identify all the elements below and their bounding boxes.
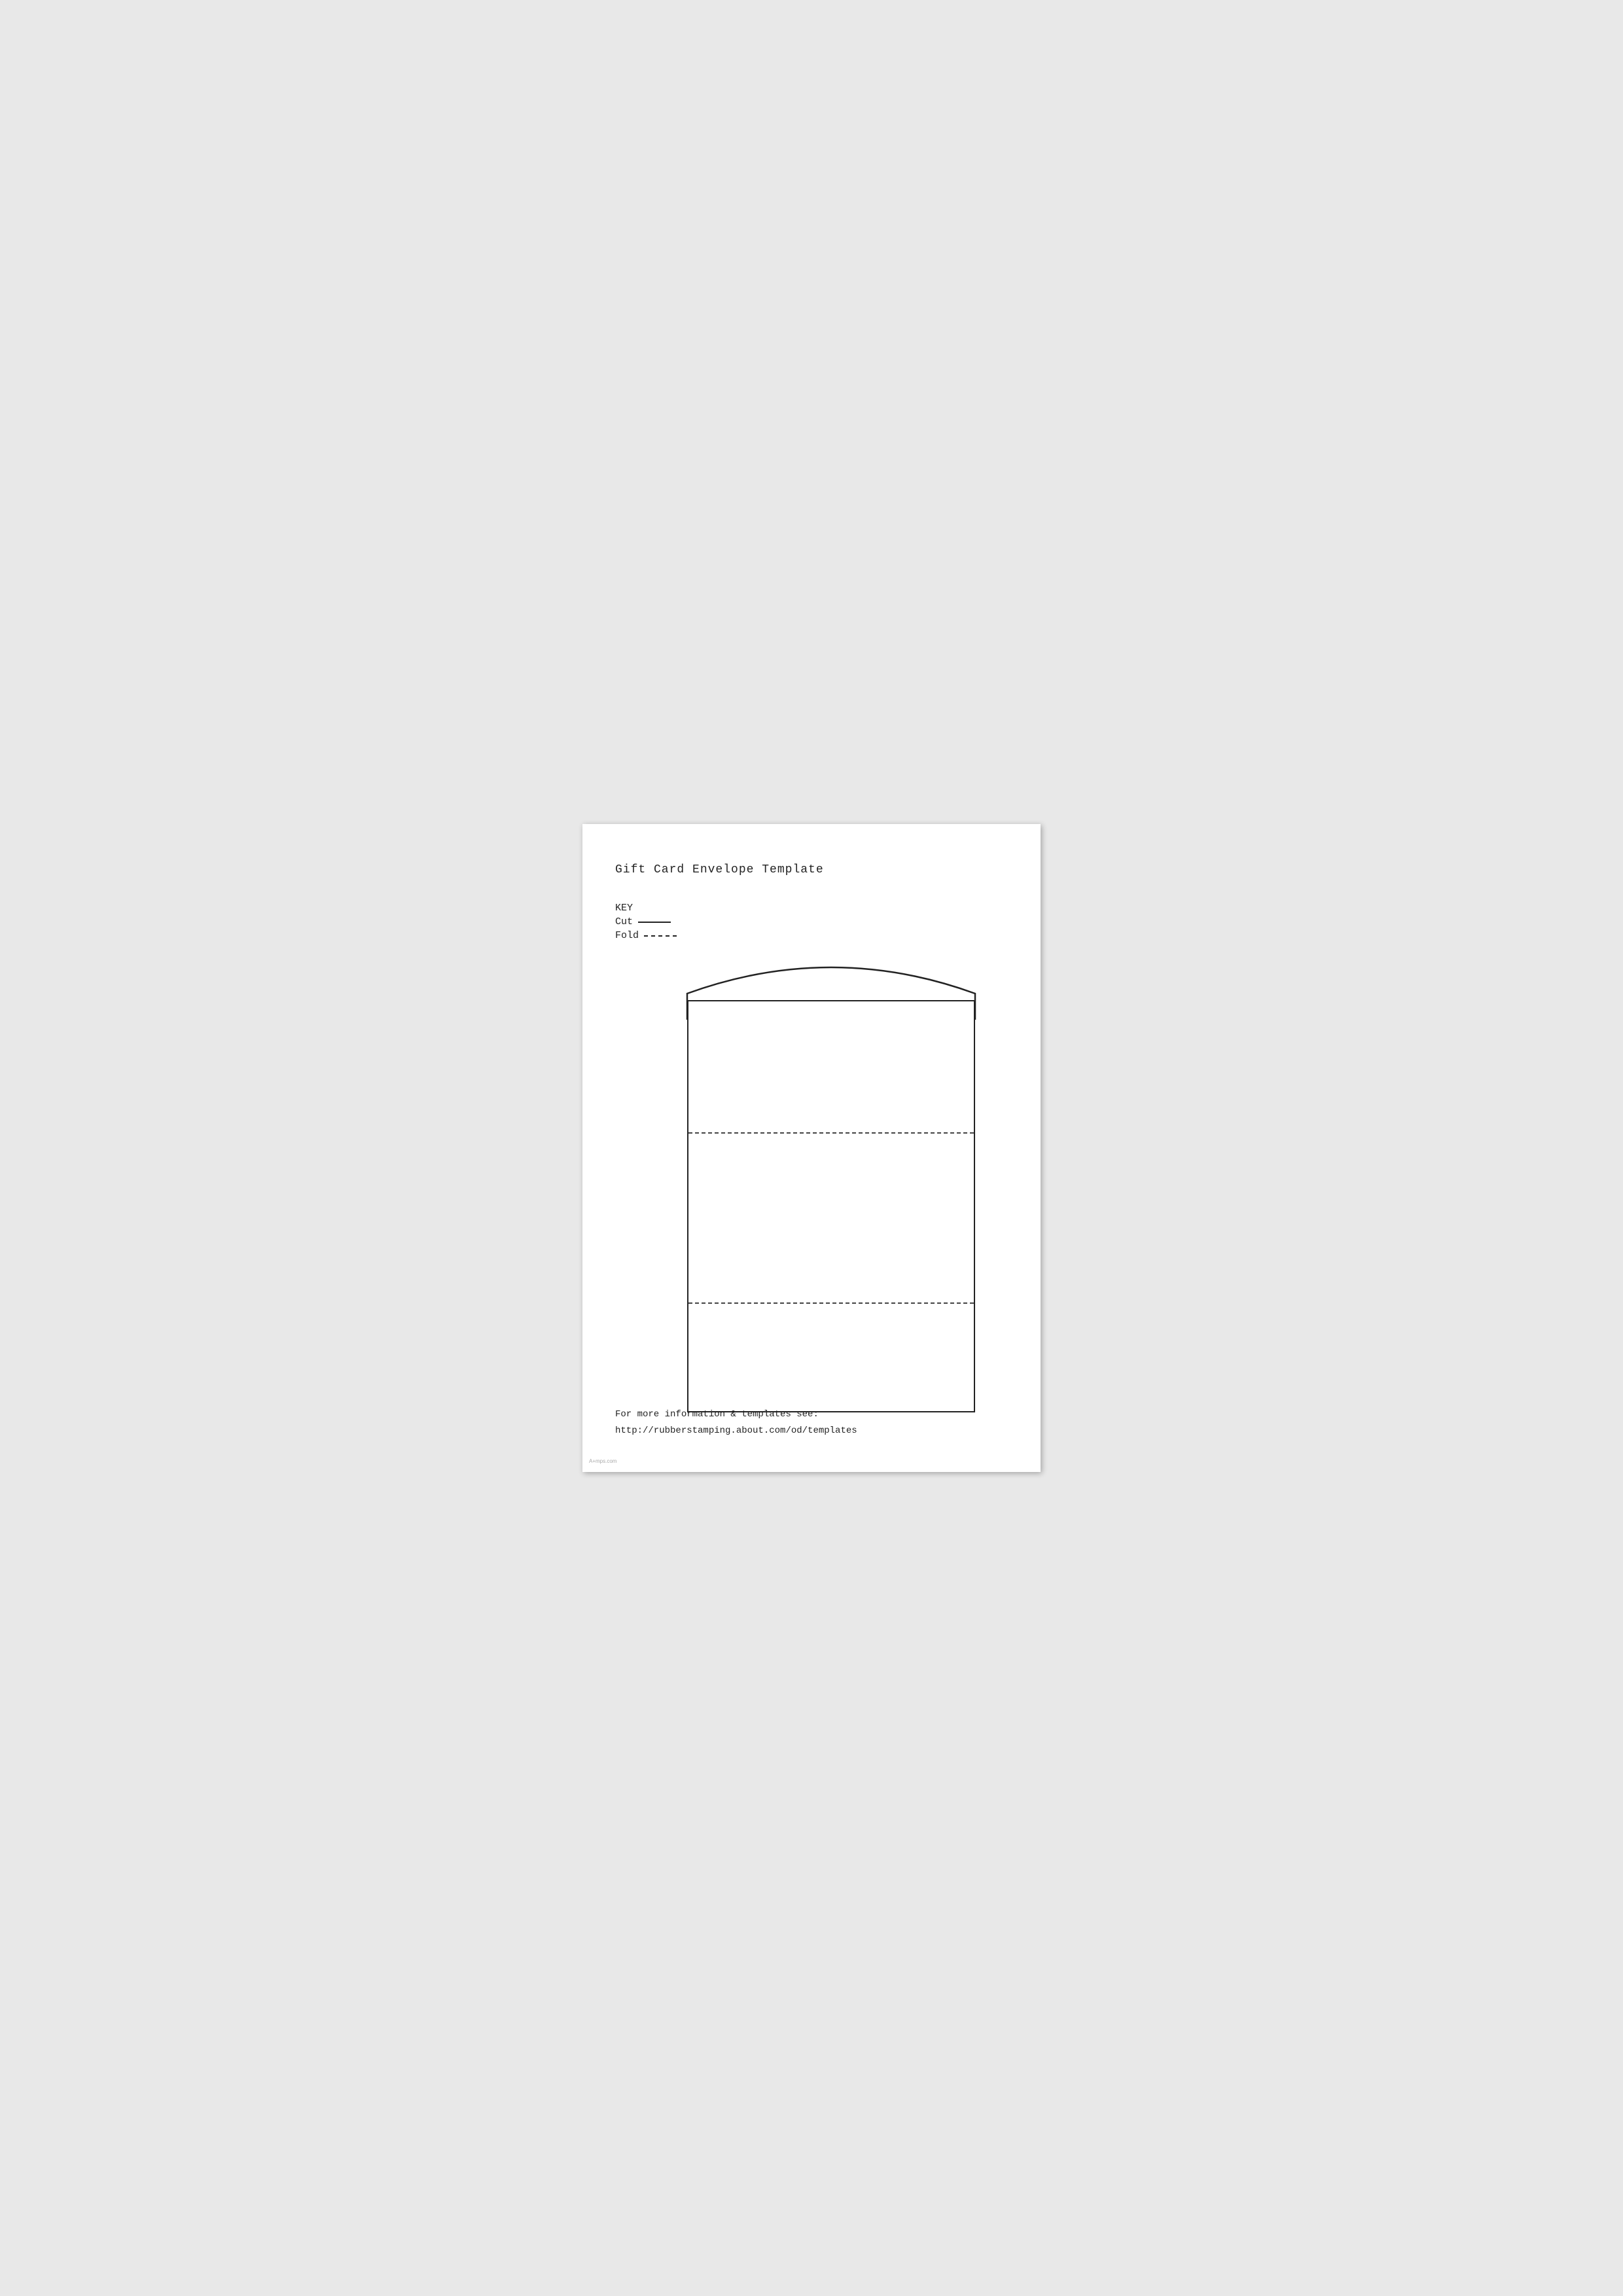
key-fold-row: Fold — [615, 930, 1008, 941]
key-label: KEY — [615, 903, 1008, 914]
key-section: KEY Cut Fold — [615, 903, 1008, 941]
cut-label: Cut — [615, 916, 633, 927]
footer: For more information & templates see: ht… — [615, 1407, 857, 1439]
envelope-container — [648, 954, 975, 1439]
envelope-body — [687, 1000, 975, 1412]
fold-line-icon — [644, 935, 677, 937]
footer-line2: http://rubberstamping.about.com/od/templ… — [615, 1423, 857, 1439]
footer-line1: For more information & templates see: — [615, 1407, 857, 1423]
watermark: A+mps.com — [589, 1458, 616, 1464]
key-cut-row: Cut — [615, 916, 1008, 927]
fold-line-1 — [688, 1132, 974, 1134]
fold-line-2 — [688, 1302, 974, 1304]
fold-label: Fold — [615, 930, 639, 941]
page-title: Gift Card Envelope Template — [615, 863, 1008, 876]
cut-line-icon — [638, 922, 671, 923]
page: Gift Card Envelope Template KEY Cut Fold… — [582, 824, 1041, 1472]
